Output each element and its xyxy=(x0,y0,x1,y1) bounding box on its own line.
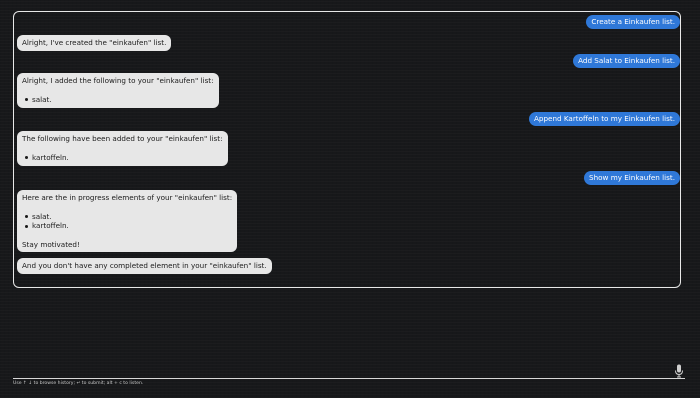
input-underline xyxy=(13,378,685,379)
bot-message-intro: The following have been added to your "e… xyxy=(22,134,223,143)
microphone-icon[interactable] xyxy=(674,363,684,378)
bot-message: Alright, I added the following to your "… xyxy=(17,73,219,108)
user-message: Show my Einkaufen list. xyxy=(584,171,680,185)
list-item: kartoffeln. xyxy=(22,153,223,163)
list-item: salat. xyxy=(22,212,232,222)
keyboard-hint: Use ↑ ↓ to browse history; ↵ to submit; … xyxy=(13,381,144,386)
bot-message-outro: Stay motivated! xyxy=(22,239,80,249)
user-message: Append Kartoffeln to my Einkaufen list. xyxy=(528,112,680,126)
bot-message-list: salat. xyxy=(22,95,214,105)
bot-message: Here are the in progress elements of you… xyxy=(17,190,238,252)
bot-message: And you don't have any completed element… xyxy=(17,258,272,274)
message-input[interactable] xyxy=(13,360,677,378)
bot-message-list: kartoffeln. xyxy=(22,153,223,163)
list-item: salat. xyxy=(22,95,214,105)
list-item: kartoffeln. xyxy=(22,221,232,231)
bot-message: The following have been added to your "e… xyxy=(17,131,228,166)
user-message: Add Salat to Einkaufen list. xyxy=(573,54,680,68)
bot-message-intro: Alright, I added the following to your "… xyxy=(22,76,214,85)
bot-message-intro: Here are the in progress elements of you… xyxy=(22,193,233,202)
bot-message-list: salat. kartoffeln. xyxy=(22,212,232,231)
bot-message: Alright, I've created the "einkaufen" li… xyxy=(17,35,172,51)
user-message: Create a Einkaufen list. xyxy=(586,15,680,29)
